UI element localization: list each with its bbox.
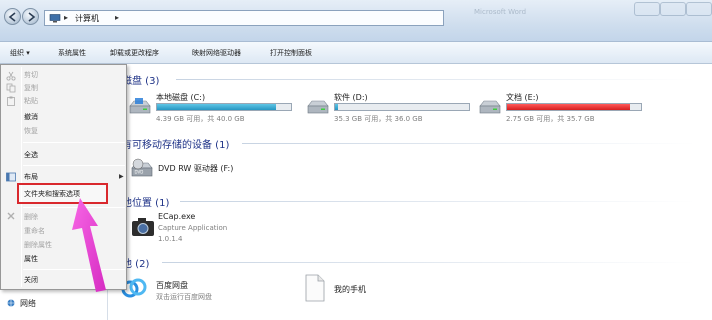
group-divider (180, 201, 696, 202)
dvd-drive[interactable]: DVD DVD RW 驱动器 (F:) (130, 158, 280, 184)
group-divider (176, 79, 696, 80)
my-phone-name: 我的手机 (334, 285, 366, 294)
drive-space-info: 35.3 GB 可用，共 36.0 GB (334, 115, 423, 123)
menu-separator (23, 165, 125, 166)
window-title: Microsoft Word (474, 8, 527, 16)
group-divider (162, 262, 696, 263)
drive-usage-fill (507, 104, 631, 110)
menu-icon-gutter (21, 67, 22, 287)
copy-icon (6, 83, 16, 93)
drive-usage-fill (157, 104, 277, 110)
layout-icon (6, 172, 16, 182)
camera-icon (132, 218, 154, 236)
dvd-drive-icon: DVD (131, 158, 153, 177)
dvd-drive-name: DVD RW 驱动器 (F:) (158, 164, 234, 173)
open-control-panel-button[interactable]: 打开控制面板 (270, 48, 312, 58)
drive-name: 本地磁盘 (C:) (156, 93, 206, 102)
back-button[interactable] (4, 8, 21, 25)
ecap-app[interactable]: ECap.exe Capture Application 1.0.1.4 (130, 210, 280, 248)
uninstall-program-button[interactable]: 卸载或更改程序 (110, 48, 159, 58)
annotation-arrow-icon (72, 198, 106, 292)
menu-item-redo[interactable]: 恢复 (24, 126, 38, 136)
os-drive-icon (129, 98, 151, 114)
baidu-netdisk-name: 百度网盘 (156, 281, 188, 290)
menu-item-rename[interactable]: 重命名 (24, 226, 45, 236)
forward-button[interactable] (22, 8, 39, 25)
group-divider (242, 143, 696, 144)
breadcrumb-separator[interactable]: ▸ (64, 13, 68, 22)
menu-item-close[interactable]: 关闭 (24, 275, 38, 285)
baidu-netdisk[interactable]: 百度网盘 双击运行百度网盘 (120, 274, 270, 308)
system-properties-button[interactable]: 系统属性 (58, 48, 86, 58)
title-bar: ▸ 计算机 ▸ Microsoft Word (0, 0, 712, 42)
hard-drive-icon (479, 100, 501, 114)
menu-item-delete[interactable]: 删除 (24, 212, 38, 222)
maximize-button[interactable] (660, 2, 686, 16)
scissors-icon (6, 71, 16, 81)
menu-item-layout[interactable]: 布局 (24, 172, 38, 182)
hard-drive-icon (307, 100, 329, 114)
delete-x-icon (7, 212, 15, 220)
drive-e[interactable]: 文档 (E:) 2.75 GB 可用，共 35.7 GB (478, 92, 648, 128)
drive-usage-bar (506, 103, 642, 111)
menu-item-properties[interactable]: 属性 (24, 254, 38, 264)
network-icon (7, 299, 15, 307)
address-bar[interactable]: ▸ 计算机 ▸ (44, 10, 444, 26)
ecap-version: 1.0.1.4 (158, 235, 183, 243)
nav-item-label: 网络 (20, 299, 36, 308)
menu-item-undo[interactable]: 撤消 (24, 112, 38, 122)
drive-usage-fill (335, 104, 338, 110)
drive-space-info: 4.39 GB 可用，共 40.0 GB (156, 115, 245, 123)
svg-text:DVD: DVD (135, 170, 144, 175)
menu-item-select-all[interactable]: 全选 (24, 150, 38, 160)
minimize-button[interactable] (634, 2, 660, 16)
submenu-arrow-icon: ▶ (119, 173, 124, 180)
group-title-other-location[interactable]: 他位置 (1) (122, 194, 169, 209)
nav-item-network[interactable]: 网络 (7, 298, 36, 309)
menu-item-remove-properties[interactable]: 删除属性 (24, 240, 52, 250)
drive-usage-bar (156, 103, 292, 111)
group-title-removable[interactable]: 有可移动存储的设备 (1) (122, 136, 229, 151)
menu-item-cut[interactable]: 剪切 (24, 70, 38, 80)
drive-d[interactable]: 软件 (D:) 35.3 GB 可用，共 36.0 GB (306, 92, 476, 128)
group-title-hard-disks[interactable]: 磁盘 (3) (122, 72, 159, 87)
ecap-description: Capture Application (158, 224, 228, 232)
blank-file-icon (305, 274, 325, 302)
back-arrow-icon (8, 12, 16, 22)
menu-separator (23, 142, 125, 143)
command-bar: 组织 ▾ 系统属性 卸载或更改程序 映射网络驱动器 打开控制面板 (0, 42, 712, 64)
drive-space-info: 2.75 GB 可用，共 35.7 GB (506, 115, 595, 123)
breadcrumb-separator[interactable]: ▸ (115, 13, 119, 22)
forward-arrow-icon (28, 12, 36, 22)
drive-name: 文档 (E:) (506, 93, 539, 102)
breadcrumb-computer[interactable]: 计算机 (75, 13, 99, 24)
map-network-drive-button[interactable]: 映射网络驱动器 (192, 48, 241, 58)
ecap-name: ECap.exe (158, 212, 196, 221)
computer-icon (49, 14, 61, 23)
organize-button[interactable]: 组织 ▾ (8, 48, 32, 58)
menu-item-copy[interactable]: 复制 (24, 83, 38, 93)
drive-c[interactable]: 本地磁盘 (C:) 4.39 GB 可用，共 40.0 GB (128, 92, 298, 128)
drive-usage-bar (334, 103, 470, 111)
menu-item-paste[interactable]: 粘贴 (24, 96, 38, 106)
my-phone[interactable]: 我的手机 (304, 274, 424, 308)
close-button[interactable] (686, 2, 712, 16)
baidu-netdisk-description: 双击运行百度网盘 (156, 293, 212, 301)
content-area: 磁盘 (3) 本地磁盘 (C:) 4.39 GB 可用，共 40.0 GB 软件… (108, 64, 712, 320)
paste-icon (7, 96, 15, 106)
drive-name: 软件 (D:) (334, 93, 368, 102)
